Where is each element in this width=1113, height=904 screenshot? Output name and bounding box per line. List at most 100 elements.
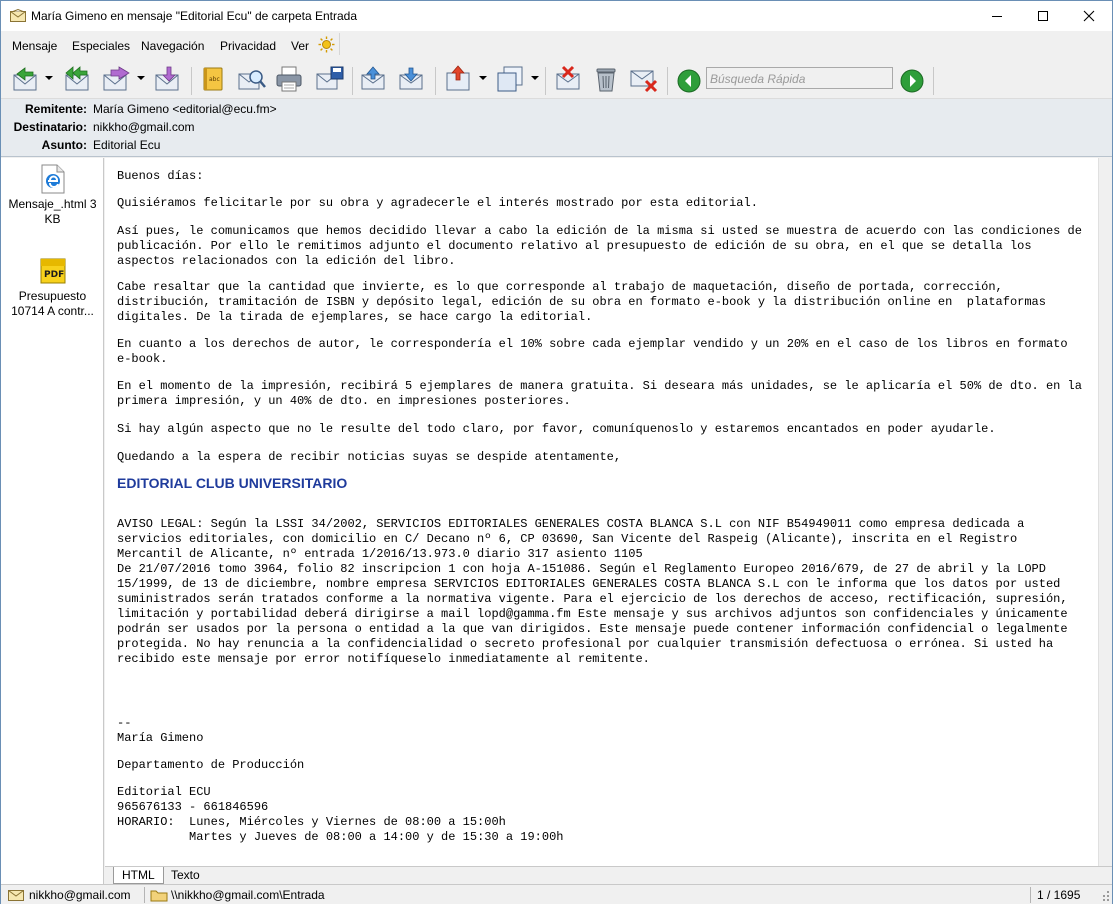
message-body[interactable]: Buenos días: Quisiéramos felicitarle por… bbox=[105, 158, 1098, 866]
previous-message-button[interactable] bbox=[359, 63, 389, 95]
maximize-icon bbox=[1038, 11, 1048, 21]
print-button[interactable] bbox=[275, 63, 303, 95]
attachment-html-name: Mensaje_.html 3 bbox=[8, 197, 97, 211]
export-dropdown-arrow[interactable] bbox=[479, 76, 487, 80]
minimize-button[interactable] bbox=[974, 1, 1020, 31]
attachment-pdf-name-2: 10714 A contr... bbox=[11, 304, 94, 318]
status-folder[interactable]: \\nikkho@gmail.com\Entrada bbox=[150, 887, 325, 903]
forward-green-icon bbox=[900, 69, 924, 93]
spam-icon bbox=[630, 70, 658, 93]
toolbar-separator bbox=[352, 67, 353, 95]
next-message-button[interactable] bbox=[397, 63, 427, 95]
paragraph-5: En el momento de la impresión, recibirá … bbox=[117, 379, 1090, 408]
attachments-pane: Mensaje_.html 3 KB PDF Presupuesto 10714… bbox=[1, 158, 104, 884]
status-account[interactable]: nikkho@gmail.com bbox=[7, 887, 131, 903]
forward-button[interactable] bbox=[101, 63, 133, 95]
legal-notice-1: AVISO LEGAL: Según la LSSI 34/2002, SERV… bbox=[117, 517, 1032, 561]
maximize-button[interactable] bbox=[1020, 1, 1066, 31]
copy-icon bbox=[497, 66, 523, 92]
paragraph-2: Así pues, le comunicamos que hemos decid… bbox=[117, 224, 1090, 268]
paragraph-7: Quedando a la espera de recibir noticias… bbox=[117, 450, 622, 464]
menu-bar: Mensaje Especiales Navegación Privacidad… bbox=[1, 31, 1112, 59]
reply-button[interactable] bbox=[11, 63, 39, 95]
menu-privacidad[interactable]: Privacidad bbox=[220, 39, 276, 53]
redirect-icon bbox=[155, 66, 179, 91]
status-divider bbox=[1030, 887, 1031, 903]
attachment-html[interactable]: Mensaje_.html 3 KB bbox=[1, 164, 104, 227]
message-window: María Gimeno en mensaje "Editorial Ecu" … bbox=[0, 0, 1113, 904]
close-button[interactable] bbox=[1066, 1, 1112, 31]
spellcheck-button[interactable]: abc bbox=[199, 63, 227, 95]
edge-html-icon bbox=[41, 164, 64, 194]
delete-mark-icon bbox=[556, 65, 580, 90]
message-header: Remitente: María Gimeno <editorial@ecu.f… bbox=[1, 99, 1112, 157]
spellcheck-icon: abc bbox=[203, 67, 223, 91]
back-green-icon bbox=[677, 69, 701, 93]
signature-hours-2: Martes y Jueves de 08:00 a 14:00 y de 15… bbox=[117, 830, 564, 844]
paragraph-3: Cabe resaltar que la cantidad que invier… bbox=[117, 280, 1054, 324]
search-back-button[interactable] bbox=[677, 65, 701, 97]
toolbar-separator bbox=[545, 67, 546, 95]
reply-all-button[interactable] bbox=[63, 63, 91, 95]
paragraph-6: Si hay algún aspecto que no le resulte d… bbox=[117, 422, 996, 436]
reply-all-icon bbox=[65, 66, 89, 91]
menu-mensaje[interactable]: Mensaje bbox=[12, 39, 57, 53]
to-value[interactable]: nikkho@gmail.com bbox=[93, 120, 195, 134]
export-button[interactable] bbox=[444, 63, 472, 95]
toolbar-separator bbox=[933, 67, 934, 95]
preview-icon bbox=[238, 70, 266, 90]
tab-html[interactable]: HTML bbox=[113, 867, 164, 884]
toolbar-separator bbox=[435, 67, 436, 95]
reply-dropdown-arrow[interactable] bbox=[45, 76, 53, 80]
copy-dropdown-arrow[interactable] bbox=[531, 76, 539, 80]
to-label: Destinatario: bbox=[13, 120, 87, 134]
sun-icon[interactable] bbox=[318, 36, 335, 53]
greeting: Buenos días: bbox=[117, 169, 204, 183]
title-bar: María Gimeno en mensaje "Editorial Ecu" … bbox=[1, 1, 1112, 31]
redirect-button[interactable] bbox=[153, 63, 181, 95]
copy-button[interactable] bbox=[495, 63, 525, 95]
menu-separator bbox=[339, 33, 340, 55]
from-value[interactable]: María Gimeno <editorial@ecu.fm> bbox=[93, 102, 277, 116]
subject-label: Asunto: bbox=[41, 138, 87, 152]
paragraph-1: Quisiéramos felicitarle por su obra y ag… bbox=[117, 196, 758, 210]
preview-button[interactable] bbox=[237, 63, 267, 95]
svg-text:abc: abc bbox=[209, 76, 220, 83]
folder-icon bbox=[150, 890, 168, 902]
trash-icon bbox=[596, 68, 616, 92]
tab-texto[interactable]: Texto bbox=[163, 867, 208, 884]
resize-grip-icon[interactable] bbox=[1100, 889, 1110, 901]
menu-especiales[interactable]: Especiales bbox=[72, 39, 130, 53]
delete-mark-button[interactable] bbox=[554, 63, 582, 95]
forward-dropdown-arrow[interactable] bbox=[137, 76, 145, 80]
window-title: María Gimeno en mensaje "Editorial Ecu" … bbox=[31, 9, 358, 23]
status-position: 1 / 1695 bbox=[1037, 888, 1081, 902]
spam-button[interactable] bbox=[629, 63, 659, 95]
forward-icon bbox=[103, 66, 130, 91]
envelope-icon bbox=[10, 9, 26, 22]
trash-button[interactable] bbox=[593, 63, 619, 95]
minimize-icon bbox=[992, 16, 1002, 17]
toolbar-separator bbox=[667, 67, 668, 95]
signature-organization: Editorial ECU bbox=[117, 785, 211, 799]
menu-navegacion[interactable]: Navegación bbox=[141, 39, 204, 53]
menu-ver[interactable]: Ver bbox=[291, 39, 309, 53]
attachment-html-size: KB bbox=[44, 212, 61, 226]
search-forward-button[interactable] bbox=[900, 65, 924, 97]
save-button[interactable] bbox=[315, 63, 345, 95]
vertical-scrollbar[interactable] bbox=[1098, 158, 1112, 866]
export-icon bbox=[446, 65, 470, 91]
quick-search-input[interactable]: Búsqueda Rápida bbox=[706, 67, 893, 89]
print-icon bbox=[276, 66, 302, 92]
next-message-icon bbox=[399, 67, 423, 90]
signature-phone: 965676133 - 661846596 bbox=[117, 800, 269, 814]
previous-message-icon bbox=[361, 66, 385, 90]
status-account-text: nikkho@gmail.com bbox=[29, 888, 131, 902]
signature-dash: -- bbox=[117, 716, 132, 730]
reply-icon bbox=[13, 67, 37, 91]
from-label: Remitente: bbox=[24, 102, 87, 116]
pdf-icon: PDF bbox=[40, 258, 65, 284]
attachment-pdf-name: Presupuesto bbox=[18, 289, 87, 303]
envelope-icon bbox=[8, 890, 24, 901]
attachment-pdf[interactable]: PDF Presupuesto 10714 A contr... bbox=[1, 256, 104, 319]
